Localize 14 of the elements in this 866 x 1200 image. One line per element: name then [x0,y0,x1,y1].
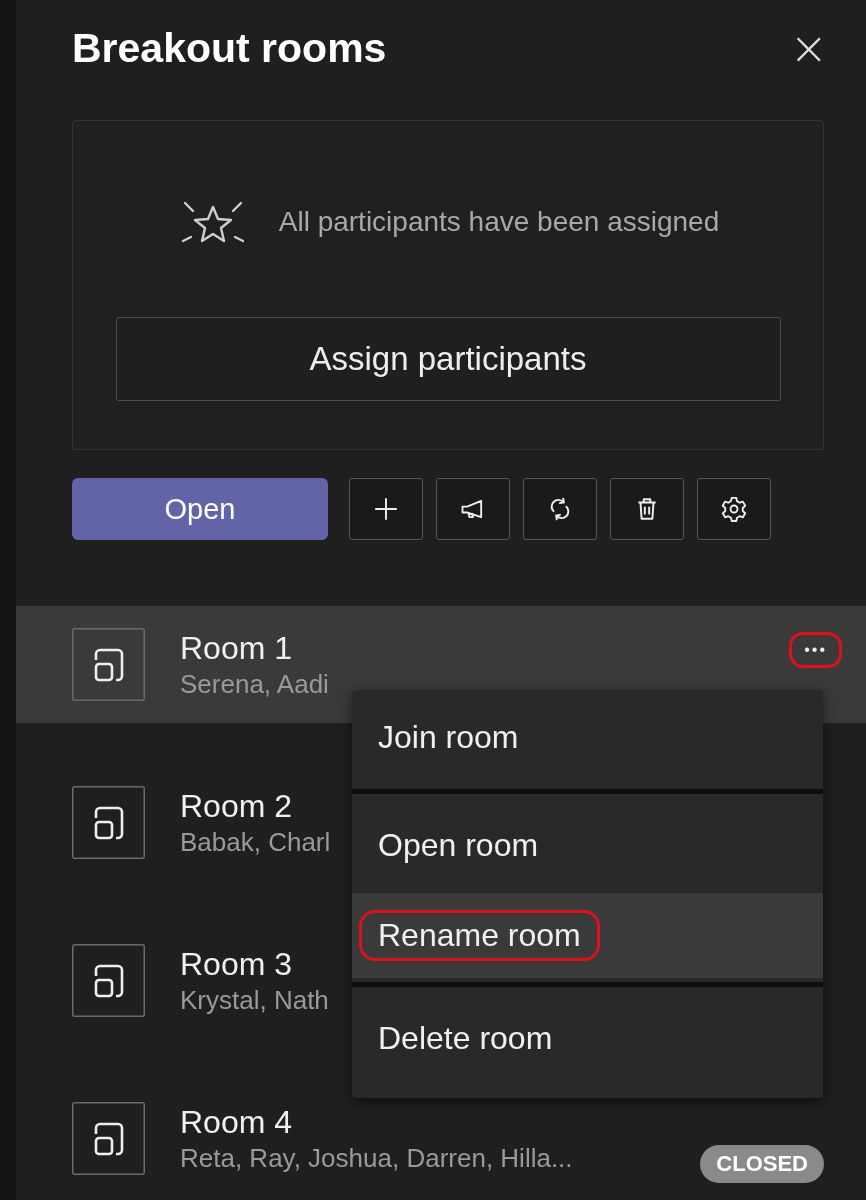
menu-item-label: Open room [377,826,540,865]
room-name: Room 2 [180,787,294,825]
room-name: Room 1 [180,629,294,667]
panel-title: Breakout rooms [72,24,387,72]
room-participants: Serena, Aadi [180,668,329,700]
status-message: All participants have been assigned [278,206,720,238]
menu-item-label: Delete room [377,1019,554,1058]
room-name: Room 4 [180,1103,294,1141]
room-participants: Reta, Ray, Joshua, Darren, Hilla... [180,1142,573,1174]
menu-item-label: Rename room [359,910,600,961]
room-participants: Babak, Charl [180,826,331,858]
room-name: Room 3 [180,945,294,983]
room-participants: Krystal, Nath [180,984,329,1016]
status-badge: CLOSED [700,1145,824,1183]
